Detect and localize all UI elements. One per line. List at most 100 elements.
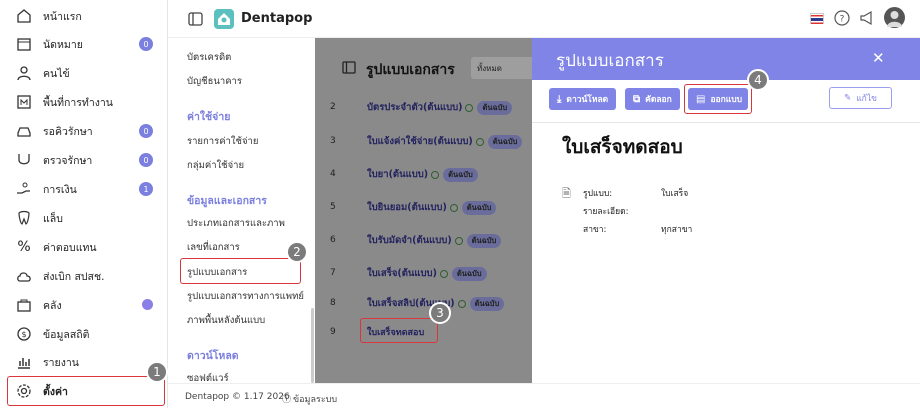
panel-title: รูปแบบเอกสาร (556, 51, 664, 71)
nav-item-inventory[interactable]: คลัง (0, 291, 168, 319)
list-title: รูปแบบเอกสาร (366, 62, 455, 78)
table-row[interactable]: ใบรับมัดจำ(ต้นแบบ) ต้นฉบับ (367, 233, 502, 248)
check-circle-icon (457, 299, 466, 308)
download-icon: ⤓ (557, 93, 562, 105)
status-badge: ต้นฉบับ (443, 167, 478, 182)
percent-icon: % (17, 239, 31, 255)
row-number: 6 (330, 235, 336, 245)
row-name: ใบเสร็จ(ต้นแบบ) (367, 268, 437, 279)
filter-select[interactable]: ทั้งหมด (471, 57, 532, 79)
check-circle-icon (449, 203, 458, 212)
stats-icon: $ (15, 325, 33, 343)
highlight-design-button (684, 84, 752, 114)
download-button[interactable]: ⤓ ดาวน์โหลด (549, 88, 617, 110)
system-info-link[interactable]: ข้อมูลระบบ (293, 392, 337, 406)
close-icon[interactable]: ✕ (872, 49, 885, 67)
help-icon[interactable]: ? (834, 10, 850, 29)
nav-item-lab[interactable]: แล็บ (0, 204, 168, 232)
edit-button[interactable]: ✎ แก้ไข (829, 87, 892, 109)
field-label: สาขา: (583, 225, 607, 235)
nav-item-queue[interactable]: รอคิวรักษา 0 (0, 117, 168, 145)
settings-item[interactable]: ซอฟต์แวร์ (187, 371, 229, 383)
megaphone-icon[interactable] (859, 10, 875, 29)
step-marker: 3 (429, 302, 451, 324)
nav-label: แล็บ (43, 212, 63, 225)
avatar[interactable] (884, 7, 905, 28)
nav-item-workspace[interactable]: พื้นที่การทำงาน (0, 88, 168, 116)
settings-item[interactable]: บัญชีธนาคาร (187, 74, 242, 89)
panel-header: รูปแบบเอกสาร ✕ (532, 38, 920, 80)
nav-label: รอคิวรักษา (43, 125, 93, 138)
table-row[interactable]: บัตรประจำตัว(ต้นแบบ) ต้นฉบับ (367, 100, 513, 115)
step-marker: 1 (146, 361, 168, 383)
settings-item[interactable]: บัตรเครดิต (187, 50, 231, 65)
settings-item[interactable]: เลขที่เอกสาร (187, 240, 240, 255)
nav-label: ข้อมูลสถิติ (43, 328, 90, 341)
row-name: ใบรับมัดจำ(ต้นแบบ) (367, 235, 452, 246)
brand-logo-icon (214, 9, 234, 29)
report-icon (15, 353, 33, 371)
nav-label: คลัง (43, 299, 62, 312)
row-name: ใบแจ้งค่าใช้จ่าย(ต้นแบบ) (367, 136, 473, 147)
table-row[interactable]: ใบยินยอม(ต้นแบบ) ต้นฉบับ (367, 200, 497, 215)
table-row[interactable]: ใบยา(ต้นแบบ) ต้นฉบับ (367, 167, 478, 182)
copy-icon: ⧉ (633, 93, 641, 105)
notification-dot (142, 299, 153, 310)
nav-item-patient[interactable]: คนไข้ (0, 59, 168, 87)
nav-item-report[interactable]: รายงาน (0, 348, 168, 376)
count-badge: 0 (139, 124, 153, 138)
table-row[interactable]: ใบเสร็จ(ต้นแบบ) ต้นฉบับ (367, 266, 487, 281)
nav-item-statistics[interactable]: $ ข้อมูลสถิติ (0, 320, 168, 348)
scrollbar[interactable] (311, 308, 314, 383)
settings-item[interactable]: ประเภทเอกสารและภาพ (187, 216, 285, 231)
row-number: 7 (330, 268, 336, 278)
button-label: แก้ไข (856, 94, 877, 104)
row-name: ใบยินยอม(ต้นแบบ) (367, 202, 447, 213)
count-badge: 0 (139, 153, 153, 167)
count-badge: 1 (139, 182, 153, 196)
cloud-icon (15, 267, 33, 285)
highlight-document-format (180, 258, 301, 284)
table-row[interactable]: ใบแจ้งค่าใช้จ่าย(ต้นแบบ) ต้นฉบับ (367, 134, 523, 149)
main-sidebar: หน้าแรก นัดหมาย 0 คนไข้ พื้นที่การทำงาน … (0, 0, 168, 408)
count-badge: 0 (139, 37, 153, 51)
step-marker: 2 (286, 241, 308, 263)
nav-item-appointment[interactable]: นัดหมาย 0 (0, 30, 168, 58)
document-title: ใบเสร็จทดสอบ (562, 136, 683, 158)
box-icon (15, 296, 33, 314)
info-icon: ⓘ (282, 395, 292, 405)
nav-item-compensation[interactable]: % ค่าตอบแทน (0, 233, 168, 261)
thai-flag-icon[interactable] (810, 13, 824, 24)
nav-item-claims[interactable]: ส่งเบิก สปสช. (0, 262, 168, 290)
footer: Dentapop © 1.17 2026 ⓘ ข้อมูลระบบ (168, 383, 920, 408)
nav-label: คนไข้ (43, 67, 70, 80)
row-name: บัตรประจำตัว(ต้นแบบ) (367, 102, 463, 113)
field-label: รูปแบบ: (583, 189, 613, 199)
nav-item-finance[interactable]: การเงิน 1 (0, 175, 168, 203)
copy-button[interactable]: ⧉ คัดลอก (625, 88, 680, 110)
active-nav-highlight (7, 376, 165, 406)
settings-item[interactable]: รายการค่าใช้จ่าย (187, 134, 258, 149)
settings-item[interactable]: รูปแบบเอกสารทางการแพทย์ (187, 289, 304, 304)
brand-name: Dentapop (241, 11, 313, 26)
edit-icon: ✎ (844, 93, 852, 103)
tooth-icon (15, 209, 33, 227)
status-badge: ต้นฉบับ (461, 200, 497, 215)
nav-label: หน้าแรก (43, 10, 82, 23)
workspace-icon (15, 93, 33, 111)
settings-item[interactable]: กลุ่มค่าใช้จ่าย (187, 158, 244, 173)
car-icon (15, 122, 33, 140)
row-number: 9 (330, 327, 336, 337)
svg-text:$: $ (21, 330, 26, 339)
check-circle-icon (465, 103, 474, 112)
nav-item-treatment[interactable]: ตรวจรักษา 0 (0, 146, 168, 174)
footer-version: Dentapop © 1.17 2026 (185, 392, 290, 402)
nav-item-home[interactable]: หน้าแรก (0, 2, 168, 30)
sidebar-toggle-icon[interactable] (188, 12, 203, 29)
list-view-icon[interactable] (342, 61, 356, 77)
settings-item[interactable]: ภาพพื้นหลังต้นแบบ (187, 313, 265, 328)
nav-label: ส่งเบิก สปสช. (43, 270, 105, 283)
row-number: 3 (330, 136, 336, 146)
button-label: ดาวน์โหลด (566, 95, 609, 105)
row-number: 8 (330, 298, 336, 308)
